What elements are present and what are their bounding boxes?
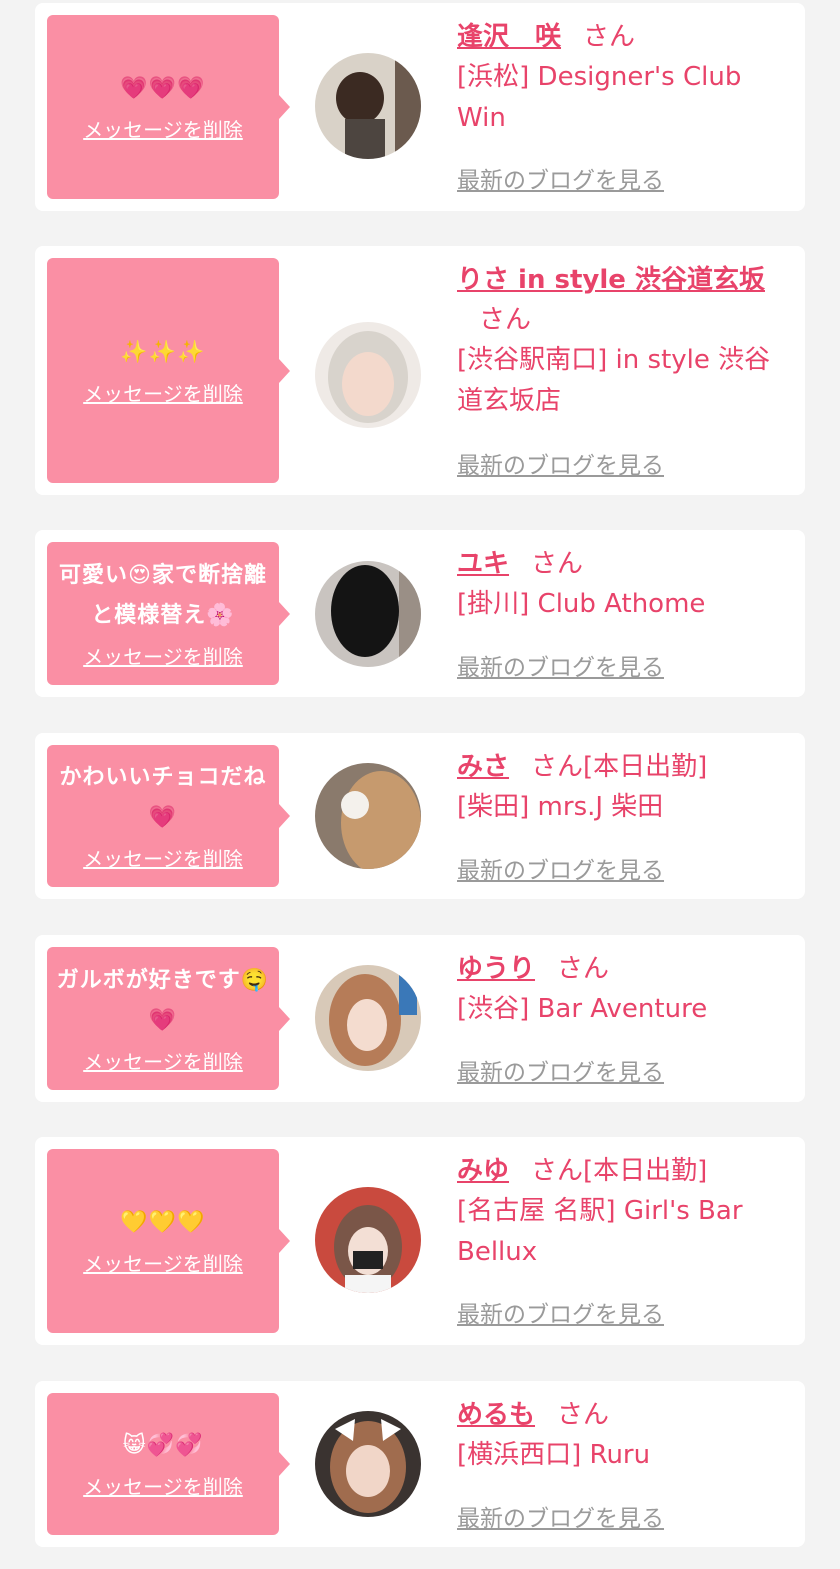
honorific: さん — [557, 954, 610, 984]
message-bubble: 可愛い😍家で断捨離と模様替え🌸 メッセージを削除 — [47, 542, 290, 685]
message-card: 😸💞💞 メッセージを削除 めるも さん [横浜西口] Ruru 最新のブログを見る — [35, 1381, 805, 1547]
delete-message-link[interactable]: メッセージを削除 — [83, 844, 243, 874]
cast-info: りさ in style 渋谷道玄坂さん [渋谷駅南口] in style 渋谷道… — [457, 260, 791, 422]
cast-name-link[interactable]: りさ in style 渋谷道玄坂 — [457, 265, 765, 295]
cast-info: みゆ さん[本日出勤] [名古屋 名駅] Girl's Bar Bellux — [457, 1151, 791, 1273]
latest-blog-link[interactable]: 最新のブログを見る — [457, 1053, 664, 1087]
message-text: 😸💞💞 — [122, 1433, 204, 1458]
delete-message-link[interactable]: メッセージを削除 — [83, 1472, 243, 1502]
delete-message-link[interactable]: メッセージを削除 — [83, 379, 243, 409]
message-card: ✨✨✨ メッセージを削除 りさ in style 渋谷道玄坂さん [渋谷駅南口]… — [35, 246, 805, 495]
message-card: かわいいチョコだね💗 メッセージを削除 みさ さん[本日出勤] [柴田] mrs.… — [35, 733, 805, 899]
message-bubble: 💗💗💗 メッセージを削除 — [47, 15, 290, 199]
latest-blog-link[interactable]: 最新のブログを見る — [457, 648, 664, 682]
delete-message-link[interactable]: メッセージを削除 — [83, 115, 243, 145]
message-bubble: ✨✨✨ メッセージを削除 — [47, 258, 290, 483]
cast-info: めるも さん [横浜西口] Ruru — [457, 1395, 791, 1476]
avatar[interactable] — [315, 763, 421, 869]
message-card: 💗💗💗 メッセージを削除 逢沢 咲さん [浜松] Designer's Club… — [35, 3, 805, 211]
honorific: さん — [557, 1400, 610, 1430]
message-bubble: ガルボが好きです🤤💗 メッセージを削除 — [47, 947, 290, 1090]
shop-name: [渋谷] Bar Aventure — [457, 994, 708, 1024]
message-text: 💗💗💗 — [120, 76, 206, 101]
avatar[interactable] — [315, 53, 421, 159]
latest-blog-link[interactable]: 最新のブログを見る — [457, 851, 664, 885]
cast-name-link[interactable]: ユキ — [457, 549, 509, 579]
honorific: さん — [479, 305, 532, 335]
message-bubble: かわいいチョコだね💗 メッセージを削除 — [47, 745, 290, 887]
message-bubble: 💛💛💛 メッセージを削除 — [47, 1149, 290, 1333]
cast-name-link[interactable]: ゆうり — [457, 954, 535, 984]
shop-name: [横浜西口] Ruru — [457, 1440, 651, 1470]
delete-message-link[interactable]: メッセージを削除 — [83, 642, 243, 672]
honorific: さん — [531, 549, 584, 579]
shop-name: [浜松] Designer's Club Win — [457, 62, 742, 133]
delete-message-link[interactable]: メッセージを削除 — [83, 1047, 243, 1077]
message-bubble: 😸💞💞 メッセージを削除 — [47, 1393, 290, 1535]
avatar[interactable] — [315, 965, 421, 1071]
cast-info: ユキ さん [掛川] Club Athome — [457, 544, 791, 625]
shop-name: [掛川] Club Athome — [457, 589, 706, 619]
latest-blog-link[interactable]: 最新のブログを見る — [457, 1499, 664, 1533]
cast-info: ゆうり さん [渋谷] Bar Aventure — [457, 949, 791, 1030]
cast-name-link[interactable]: みゆ — [457, 1156, 509, 1186]
honorific: さん — [583, 22, 636, 52]
message-text: 可愛い😍家で断捨離と模様替え🌸 — [59, 562, 267, 628]
honorific: さん[本日出勤] — [531, 1156, 708, 1186]
avatar[interactable] — [315, 561, 421, 667]
avatar[interactable] — [315, 322, 421, 428]
shop-name: [渋谷駅南口] in style 渋谷道玄坂店 — [457, 345, 771, 416]
message-text: ✨✨✨ — [120, 339, 206, 365]
cast-name-link[interactable]: めるも — [457, 1400, 535, 1430]
avatar[interactable] — [315, 1411, 421, 1517]
cast-name-link[interactable]: 逢沢 咲 — [457, 22, 561, 52]
shop-name: [柴田] mrs.J 柴田 — [457, 792, 664, 822]
delete-message-link[interactable]: メッセージを削除 — [83, 1249, 243, 1279]
message-text: 💛💛💛 — [120, 1210, 206, 1235]
message-card: 💛💛💛 メッセージを削除 みゆ さん[本日出勤] [名古屋 名駅] Girl's … — [35, 1137, 805, 1345]
cast-info: 逢沢 咲さん [浜松] Designer's Club Win — [457, 17, 791, 139]
honorific: さん[本日出勤] — [531, 752, 708, 782]
cast-name-link[interactable]: みさ — [457, 752, 509, 782]
shop-name: [名古屋 名駅] Girl's Bar Bellux — [457, 1196, 743, 1267]
cast-info: みさ さん[本日出勤] [柴田] mrs.J 柴田 — [457, 747, 791, 828]
message-card: 可愛い😍家で断捨離と模様替え🌸 メッセージを削除 ユキ さん [掛川] Club … — [35, 530, 805, 697]
message-text: かわいいチョコだね💗 — [59, 765, 267, 830]
latest-blog-link[interactable]: 最新のブログを見る — [457, 446, 664, 480]
avatar[interactable] — [315, 1187, 421, 1293]
latest-blog-link[interactable]: 最新のブログを見る — [457, 1295, 664, 1329]
message-text: ガルボが好きです🤤💗 — [56, 967, 270, 1033]
message-card: ガルボが好きです🤤💗 メッセージを削除 ゆうり さん [渋谷] Bar Avent… — [35, 935, 805, 1102]
latest-blog-link[interactable]: 最新のブログを見る — [457, 161, 664, 195]
